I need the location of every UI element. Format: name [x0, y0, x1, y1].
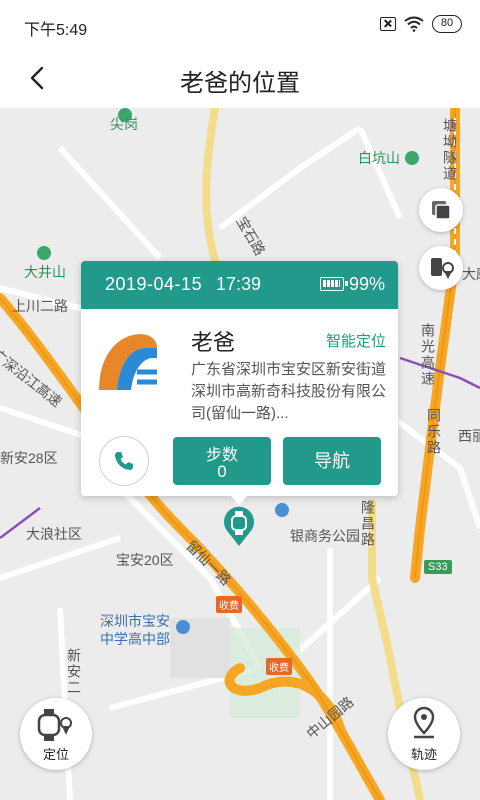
map-label: 银商务公园 [290, 528, 360, 544]
phone-location-icon [431, 258, 454, 279]
steps-button[interactable]: 步数 0 [173, 437, 271, 485]
navigate-button[interactable]: 导航 [283, 437, 381, 485]
watch-location-marker-icon[interactable] [220, 504, 258, 548]
building-poi-icon [275, 503, 289, 517]
toll-badge: 收费 [266, 658, 292, 675]
card-pointer [230, 495, 248, 505]
route-shield: S33 [424, 560, 452, 574]
location-date: 2019-04-15 [105, 274, 203, 294]
map-label: 隆昌路 [360, 500, 376, 548]
avatar [99, 334, 157, 390]
call-button[interactable] [99, 436, 149, 486]
contact-name: 老爸 [191, 330, 236, 355]
device-location-button[interactable] [419, 246, 463, 290]
layer-toggle-button[interactable] [419, 188, 463, 232]
mountain-poi-icon [405, 151, 419, 165]
map-label: 新安二 [66, 648, 82, 696]
map-label: 新安28区 [0, 450, 58, 466]
map-label: 宝安20区 [116, 552, 174, 568]
track-button[interactable]: 轨迹 [388, 698, 460, 770]
map-label: 深圳市宝安中学高中部 [100, 613, 170, 647]
map-label: 大浪社区 [26, 526, 82, 542]
locate-button[interactable]: 定位 [20, 698, 92, 770]
map-label: 上川二路 [12, 298, 68, 314]
map-label: 西丽 [458, 428, 480, 444]
map-label: 大磨 [462, 266, 480, 282]
map-label: 塘坳隧道 [442, 118, 458, 182]
status-bar: 下午5:49 80 [0, 0, 480, 50]
map-label: 南光高速 [420, 323, 436, 387]
steps-value: 0 [217, 462, 227, 481]
map-label: 同乐路 [426, 408, 442, 456]
card-header: 2019-04-15 17:39 99% [81, 261, 398, 309]
phone-icon [115, 452, 133, 470]
map-label: 白坑山 [358, 150, 400, 166]
no-sim-icon [380, 17, 396, 31]
wifi-icon [404, 16, 424, 32]
battery-percent: 99% [349, 274, 386, 294]
toll-badge: 收费 [216, 596, 242, 613]
status-time: 下午5:49 [24, 22, 88, 39]
status-icons: 80 [380, 15, 462, 33]
track-label: 轨迹 [410, 747, 437, 762]
map-label: 大井山 [24, 264, 66, 280]
battery-icon [320, 277, 348, 291]
location-address: 广东省深圳市宝安区新安街道深圳市高新奇科技股份有限公司(留仙一路)... [191, 361, 387, 422]
map-pin-icon [413, 706, 435, 739]
map-label: 尖岗 [110, 116, 138, 132]
watch-locate-icon [37, 709, 72, 741]
layers-icon [432, 201, 451, 220]
mountain-poi-icon [37, 246, 51, 260]
header: 老爸的位置 [0, 50, 480, 108]
device-info-card: 2019-04-15 17:39 99% 老爸 智能定位 广东省深圳市宝安区新安… [81, 261, 398, 496]
locate-label: 定位 [42, 747, 69, 762]
battery-indicator: 80 [432, 15, 462, 33]
location-time: 17:39 [216, 274, 262, 294]
location-mode[interactable]: 智能定位 [326, 330, 386, 351]
page-title: 老爸的位置 [180, 70, 300, 97]
